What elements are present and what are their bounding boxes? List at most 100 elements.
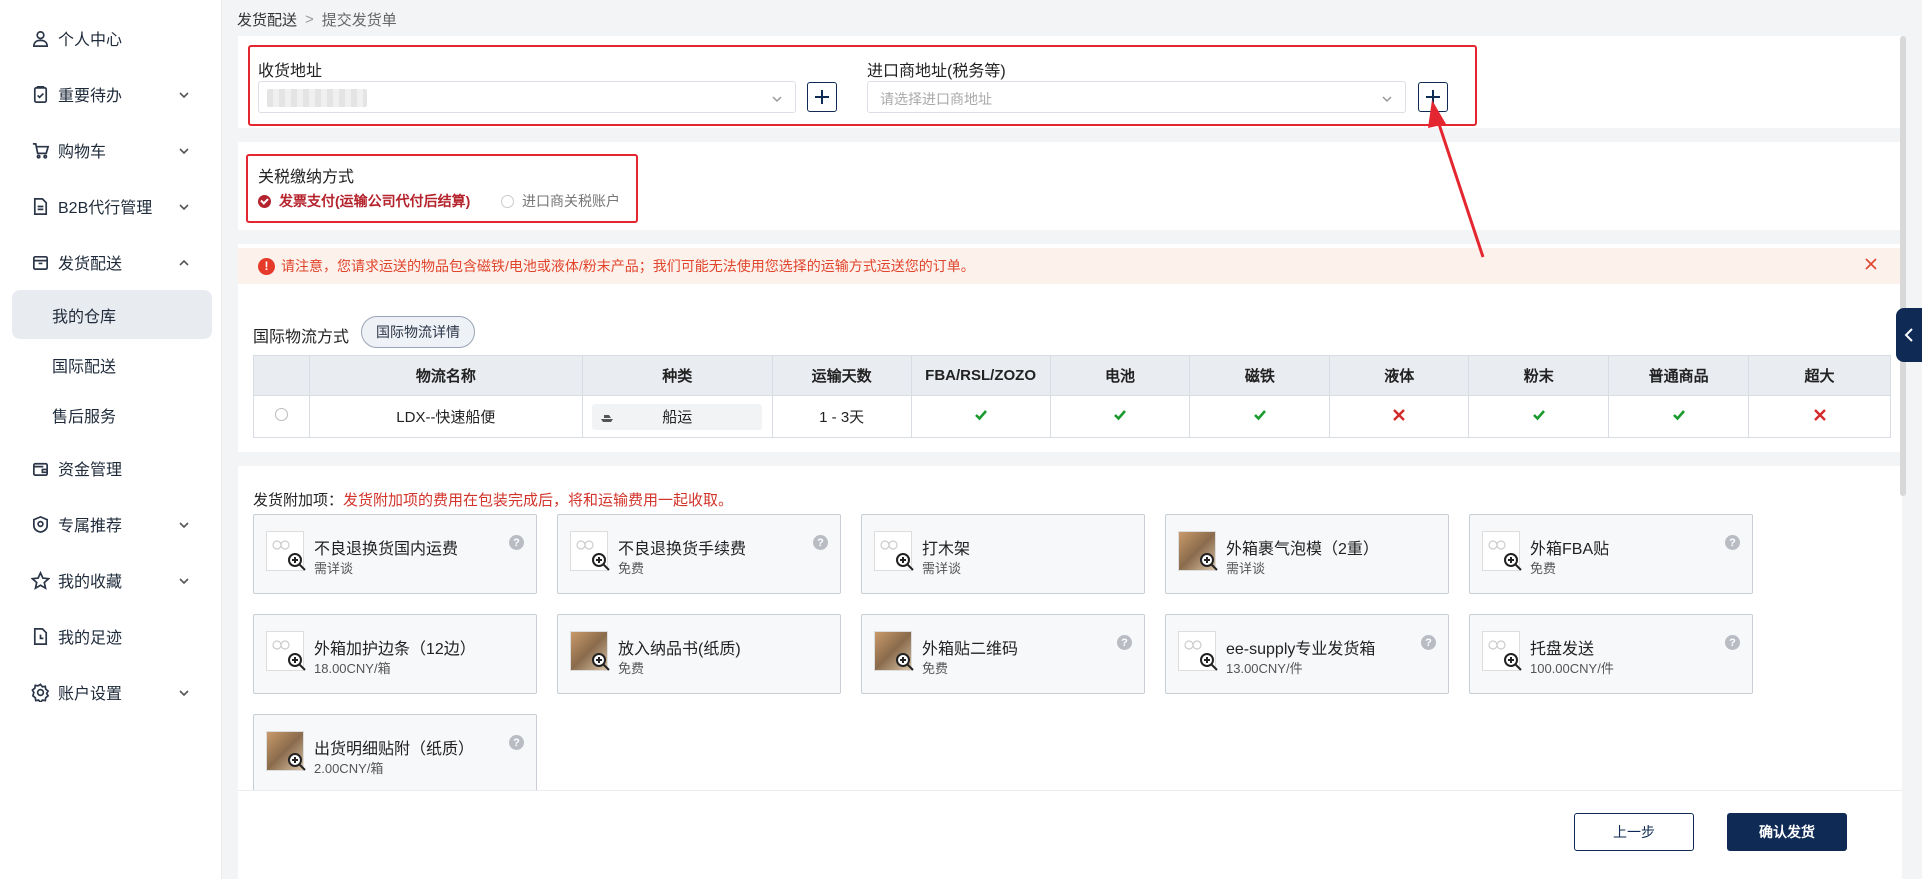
table-header: 物流名称 [308, 355, 583, 396]
add-shipping-address-button[interactable] [807, 82, 837, 112]
addon-price: 13.00CNY/件 [1226, 661, 1303, 676]
breadcrumb: 发货配送 > 提交发货单 [237, 9, 397, 30]
zoom-icon[interactable] [895, 652, 915, 672]
zoom-icon[interactable] [287, 752, 307, 772]
addon-name: 不良退换货手续费 [618, 541, 747, 558]
breadcrumb-parent[interactable]: 发货配送 [237, 9, 297, 30]
sidebar-item-label: 专属推荐 [58, 518, 123, 535]
chevron-down-icon [1381, 92, 1393, 104]
zoom-icon[interactable] [287, 552, 307, 572]
close-icon[interactable] [1864, 257, 1880, 273]
importer-address-select[interactable]: 请选择进口商地址 [867, 81, 1406, 113]
addon-card[interactable]: 打木架 需详谈 [861, 514, 1145, 594]
help-icon[interactable]: ? [1117, 635, 1132, 650]
addon-thumbnail [266, 531, 307, 572]
addon-thumbnail [1178, 531, 1219, 572]
check-icon [974, 409, 988, 426]
flag-cell [910, 395, 1051, 438]
radio-unchecked-icon[interactable] [274, 408, 288, 421]
placeholder-image-icon [1488, 638, 1506, 650]
addon-name: 出货明细贴附（纸质） [314, 741, 475, 758]
zoom-icon[interactable] [1199, 652, 1219, 672]
addon-card[interactable]: 外箱贴二维码 免费? [861, 614, 1145, 694]
placeholder-image-icon [1488, 538, 1506, 550]
sidebar-subitem-after-sales[interactable]: 售后服务 [12, 390, 212, 439]
sidebar-item-label: 我的收藏 [58, 574, 123, 591]
sidebar-item-funds[interactable]: 资金管理 [0, 446, 222, 490]
help-icon[interactable]: ? [1725, 535, 1740, 550]
tax-option-label: 进口商关税账户 [522, 193, 620, 209]
history-icon [30, 626, 50, 646]
sidebar-item-b2b[interactable]: B2B代行管理 [0, 184, 222, 228]
placeholder-image-icon [880, 538, 898, 550]
addon-thumbnail [266, 631, 307, 672]
help-icon[interactable]: ? [1725, 635, 1740, 650]
confirm-shipping-button[interactable]: 确认发货 [1727, 813, 1847, 851]
logistics-table: 物流名称 种类 运输天数 FBA/RSL/ZOZO 电池 磁铁 液体 粉末 普通… [253, 355, 1891, 438]
sidebar-item-label: 账户设置 [58, 686, 123, 703]
sidebar-item-personal-center[interactable]: 个人中心 [0, 16, 222, 60]
prev-step-button[interactable]: 上一步 [1574, 813, 1694, 851]
addon-card[interactable]: 不良退换货手续费 免费? [557, 514, 841, 594]
tax-option-importer-account[interactable]: 进口商关税账户 [501, 191, 620, 211]
zoom-icon[interactable] [591, 552, 611, 572]
chevron-down-icon [178, 144, 190, 156]
sidebar-item-footprints[interactable]: 我的足迹 [0, 614, 222, 658]
placeholder-image-icon [272, 638, 290, 650]
addon-card[interactable]: ee-supply专业发货箱 13.00CNY/件? [1165, 614, 1449, 694]
zoom-icon[interactable] [1503, 652, 1523, 672]
star-icon [30, 570, 50, 590]
sidebar-item-shipping[interactable]: 发货配送 [0, 240, 222, 284]
sidebar-item-label: 购物车 [58, 144, 107, 161]
addon-thumbnail [1482, 531, 1523, 572]
sidebar-item-cart[interactable]: 购物车 [0, 128, 222, 172]
zoom-icon[interactable] [1199, 552, 1219, 572]
sidebar-item-todo[interactable]: 重要待办 [0, 72, 222, 116]
help-icon[interactable]: ? [813, 535, 828, 550]
zoom-icon[interactable] [1503, 552, 1523, 572]
warning-text: 请注意，您请求运送的物品包含磁铁/电池或液体/粉末产品；我们可能无法使用您选择的… [281, 258, 975, 274]
addon-thumbnail [570, 631, 611, 672]
addon-card[interactable]: 托盘发送 100.00CNY/件? [1469, 614, 1753, 694]
sidebar-subitem-my-warehouse[interactable]: 我的仓库 [12, 290, 212, 339]
table-header-select [253, 355, 310, 396]
addon-card[interactable]: 出货明细贴附（纸质） 2.00CNY/箱? [253, 714, 537, 794]
addon-card[interactable]: 外箱加护边条（12边） 18.00CNY/箱 [253, 614, 537, 694]
chevron-down-icon [178, 518, 190, 530]
zoom-icon[interactable] [591, 652, 611, 672]
sidebar-subitem-intl-delivery[interactable]: 国际配送 [12, 340, 212, 389]
placeholder-image-icon [272, 538, 290, 550]
cross-icon [1813, 408, 1826, 425]
sidebar-item-favorites[interactable]: 我的收藏 [0, 558, 222, 602]
logistics-detail-button[interactable]: 国际物流详情 [361, 316, 475, 348]
shipping-address-select[interactable] [258, 81, 796, 113]
sidebar-subitem-label: 国际配送 [52, 358, 117, 376]
add-importer-address-button[interactable] [1418, 82, 1448, 112]
table-row[interactable]: LDX--快速船便 船运 1 - 3天 [253, 395, 1891, 438]
table-header: FBA/RSL/ZOZO [910, 355, 1051, 396]
zoom-icon[interactable] [895, 552, 915, 572]
chevron-down-icon [178, 88, 190, 100]
row-select-cell[interactable] [253, 395, 310, 438]
help-icon[interactable]: ? [509, 735, 524, 750]
addon-name: 打木架 [922, 541, 971, 558]
addon-card[interactable]: 外箱FBA贴 免费? [1469, 514, 1753, 594]
help-icon[interactable]: ? [1421, 635, 1436, 650]
side-panel-toggle[interactable] [1896, 308, 1922, 362]
addon-card[interactable]: 外箱裹气泡模（2重） 需详谈 [1165, 514, 1449, 594]
table-header: 磁铁 [1189, 355, 1331, 396]
tax-option-invoice[interactable]: 发票支付(运输公司代付后结算) [258, 191, 470, 211]
placeholder-image-icon [576, 538, 594, 550]
scrollbar[interactable] [1900, 36, 1906, 496]
ship-icon [600, 410, 614, 424]
zoom-icon[interactable] [287, 652, 307, 672]
sidebar-subitem-label: 我的仓库 [52, 308, 117, 326]
sidebar-item-account-settings[interactable]: 账户设置 [0, 670, 222, 714]
table-header: 电池 [1049, 355, 1191, 396]
sidebar-item-recommend[interactable]: 专属推荐 [0, 502, 222, 546]
cart-icon [30, 140, 50, 160]
help-icon[interactable]: ? [509, 535, 524, 550]
addon-card[interactable]: 放入纳品书(纸质) 免费 [557, 614, 841, 694]
addon-card[interactable]: 不良退换货国内运费 需详谈? [253, 514, 537, 594]
addon-thumbnail [570, 531, 611, 572]
